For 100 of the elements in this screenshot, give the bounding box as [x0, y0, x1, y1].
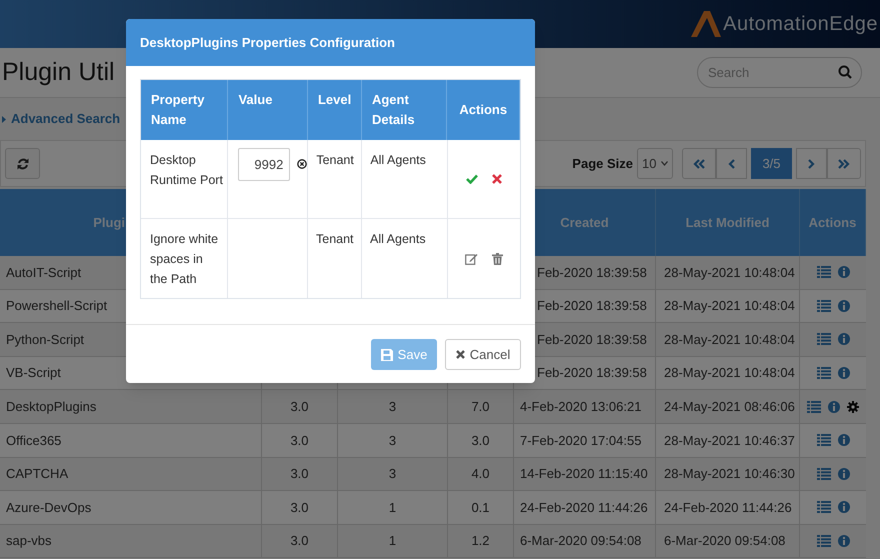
first-page-button[interactable] — [682, 148, 716, 179]
table-cell-text: AutoIT-Script — [6, 264, 82, 282]
info-icon[interactable] — [838, 434, 850, 446]
refresh-icon — [16, 158, 28, 170]
table-cell-text: 28-May-2021 10:46:30 — [664, 465, 795, 484]
table-cell-text: 3.0 — [290, 432, 309, 450]
table-cell-text: 28-May-2021 10:48:04 — [664, 264, 795, 282]
previous-page-button[interactable] — [716, 148, 747, 179]
info-icon[interactable] — [838, 468, 850, 480]
table-cell-text: VB-Script — [6, 364, 61, 382]
info-icon[interactable] — [838, 300, 850, 312]
dialog-title: DesktopPlugins Properties Configuration — [140, 34, 395, 52]
table-cell-text: Feb-2020 18:39:58 — [537, 364, 647, 382]
table-cell-text: Office365 — [6, 432, 62, 450]
table-cell-text: 1 — [388, 532, 396, 550]
column-header[interactable]: Plugi — [93, 212, 125, 232]
caret-down-icon — [661, 161, 668, 166]
table-cell-text: CAPTCHA — [6, 465, 68, 484]
list-icon[interactable] — [807, 400, 821, 413]
page-size-label: Page Size — [572, 154, 633, 173]
next-page-button[interactable] — [796, 148, 827, 179]
settings-icon[interactable] — [847, 400, 859, 413]
table-cell: Tenant — [316, 153, 354, 167]
column-header: Value — [238, 92, 272, 107]
chevron-right-icon — [808, 158, 815, 168]
value-field[interactable]: 9992 — [238, 148, 290, 181]
table-cell-text: Azure-DevOps — [6, 498, 92, 517]
table-cell-text: Feb-2020 18:39:58 — [537, 264, 647, 282]
table-cell: Tenant — [316, 232, 354, 246]
close-icon — [456, 350, 465, 359]
page-size-select[interactable]: 10 — [637, 148, 673, 179]
table-cell-text: Feb-2020 18:39:58 — [537, 330, 647, 349]
column-header: Agent Details — [372, 92, 415, 127]
property-name: Desktop Runtime Port — [150, 153, 223, 187]
edit-icon[interactable] — [464, 252, 478, 264]
list-icon[interactable] — [816, 434, 830, 446]
table-cell-text: 3.0 — [290, 465, 309, 484]
column-header[interactable]: Last Modified — [686, 212, 770, 232]
page-title: Plugin Util — [2, 56, 115, 88]
column-header: Property Name — [151, 92, 204, 127]
table-cell-text: sap-vbs — [6, 532, 52, 550]
table-cell-text: 14-Feb-2020 11:15:40 — [520, 465, 648, 484]
list-icon[interactable] — [816, 266, 830, 278]
table-cell-text: 3.0 — [290, 532, 309, 550]
close-icon[interactable] — [492, 174, 502, 184]
table-cell-text: 7-Feb-2020 17:04:55 — [520, 432, 642, 450]
table-cell-text: 1 — [388, 498, 396, 517]
table-cell-text: Feb-2020 18:39:58 — [537, 297, 647, 316]
table-cell-text: 7.0 — [471, 398, 490, 416]
table-cell-text: 1.2 — [471, 532, 490, 550]
column-header: Actions — [459, 101, 508, 119]
column-header[interactable]: Actions — [808, 212, 856, 232]
table-cell-text: 6-Mar-2020 09:54:08 — [520, 532, 642, 550]
table-cell-text: 3.0 — [290, 498, 309, 517]
table-cell-text: 28-May-2021 10:48:04 — [664, 364, 795, 382]
table-cell-text: Powershell-Script — [6, 297, 108, 316]
info-icon[interactable] — [838, 266, 850, 278]
list-icon[interactable] — [816, 300, 830, 312]
info-icon[interactable] — [838, 501, 850, 514]
table-cell-text: 24-Feb-2020 11:44:26 — [520, 498, 648, 517]
search-icon — [838, 65, 852, 79]
table-cell-text: 3 — [388, 398, 396, 416]
table-cell-text: 0.1 — [471, 498, 490, 517]
list-icon[interactable] — [816, 501, 830, 514]
table-cell-text: Python-Script — [6, 330, 84, 349]
chevron-left-icon — [728, 158, 735, 168]
logo-icon — [691, 11, 722, 37]
info-icon[interactable] — [838, 367, 850, 380]
table-cell-text: 3.0 — [290, 398, 309, 416]
table-cell: All Agents — [370, 153, 426, 167]
logo-text: AutomationEdge — [723, 12, 878, 37]
advanced-search-link[interactable]: Advanced Search — [2, 109, 120, 129]
table-cell-text: 28-May-2021 10:46:37 — [664, 432, 795, 450]
table-cell-text: DesktopPlugins — [6, 398, 96, 416]
double-chevron-right-icon — [838, 158, 850, 168]
info-icon[interactable] — [838, 333, 850, 346]
double-chevron-left-icon — [693, 158, 705, 168]
table-cell-text: 28-May-2021 10:48:04 — [664, 297, 795, 316]
list-icon[interactable] — [816, 333, 830, 346]
check-icon[interactable] — [466, 174, 478, 184]
trash-icon[interactable] — [492, 252, 503, 264]
table-cell-text: 3 — [388, 465, 396, 484]
table-cell: All Agents — [370, 232, 426, 246]
table-cell-text: 4-Feb-2020 13:06:21 — [520, 398, 642, 416]
info-icon[interactable] — [838, 535, 850, 548]
list-icon[interactable] — [816, 367, 830, 380]
last-page-button[interactable] — [827, 148, 861, 179]
info-icon[interactable] — [828, 400, 840, 413]
table-cell-text: 24-Feb-2020 11:44:26 — [664, 498, 792, 517]
list-icon[interactable] — [816, 535, 830, 548]
clear-icon[interactable] — [297, 158, 308, 170]
table-cell-text: 24-May-2021 08:46:06 — [664, 398, 795, 416]
refresh-button[interactable] — [5, 148, 40, 179]
column-header: Level — [318, 92, 352, 107]
list-icon[interactable] — [816, 468, 830, 480]
column-header[interactable]: Created — [560, 212, 609, 232]
table-cell-text: 6-Mar-2020 09:54:08 — [664, 532, 786, 550]
cancel-button[interactable]: Cancel — [445, 339, 521, 370]
table-cell-text: 3 — [388, 432, 396, 450]
caret-icon — [2, 116, 6, 122]
